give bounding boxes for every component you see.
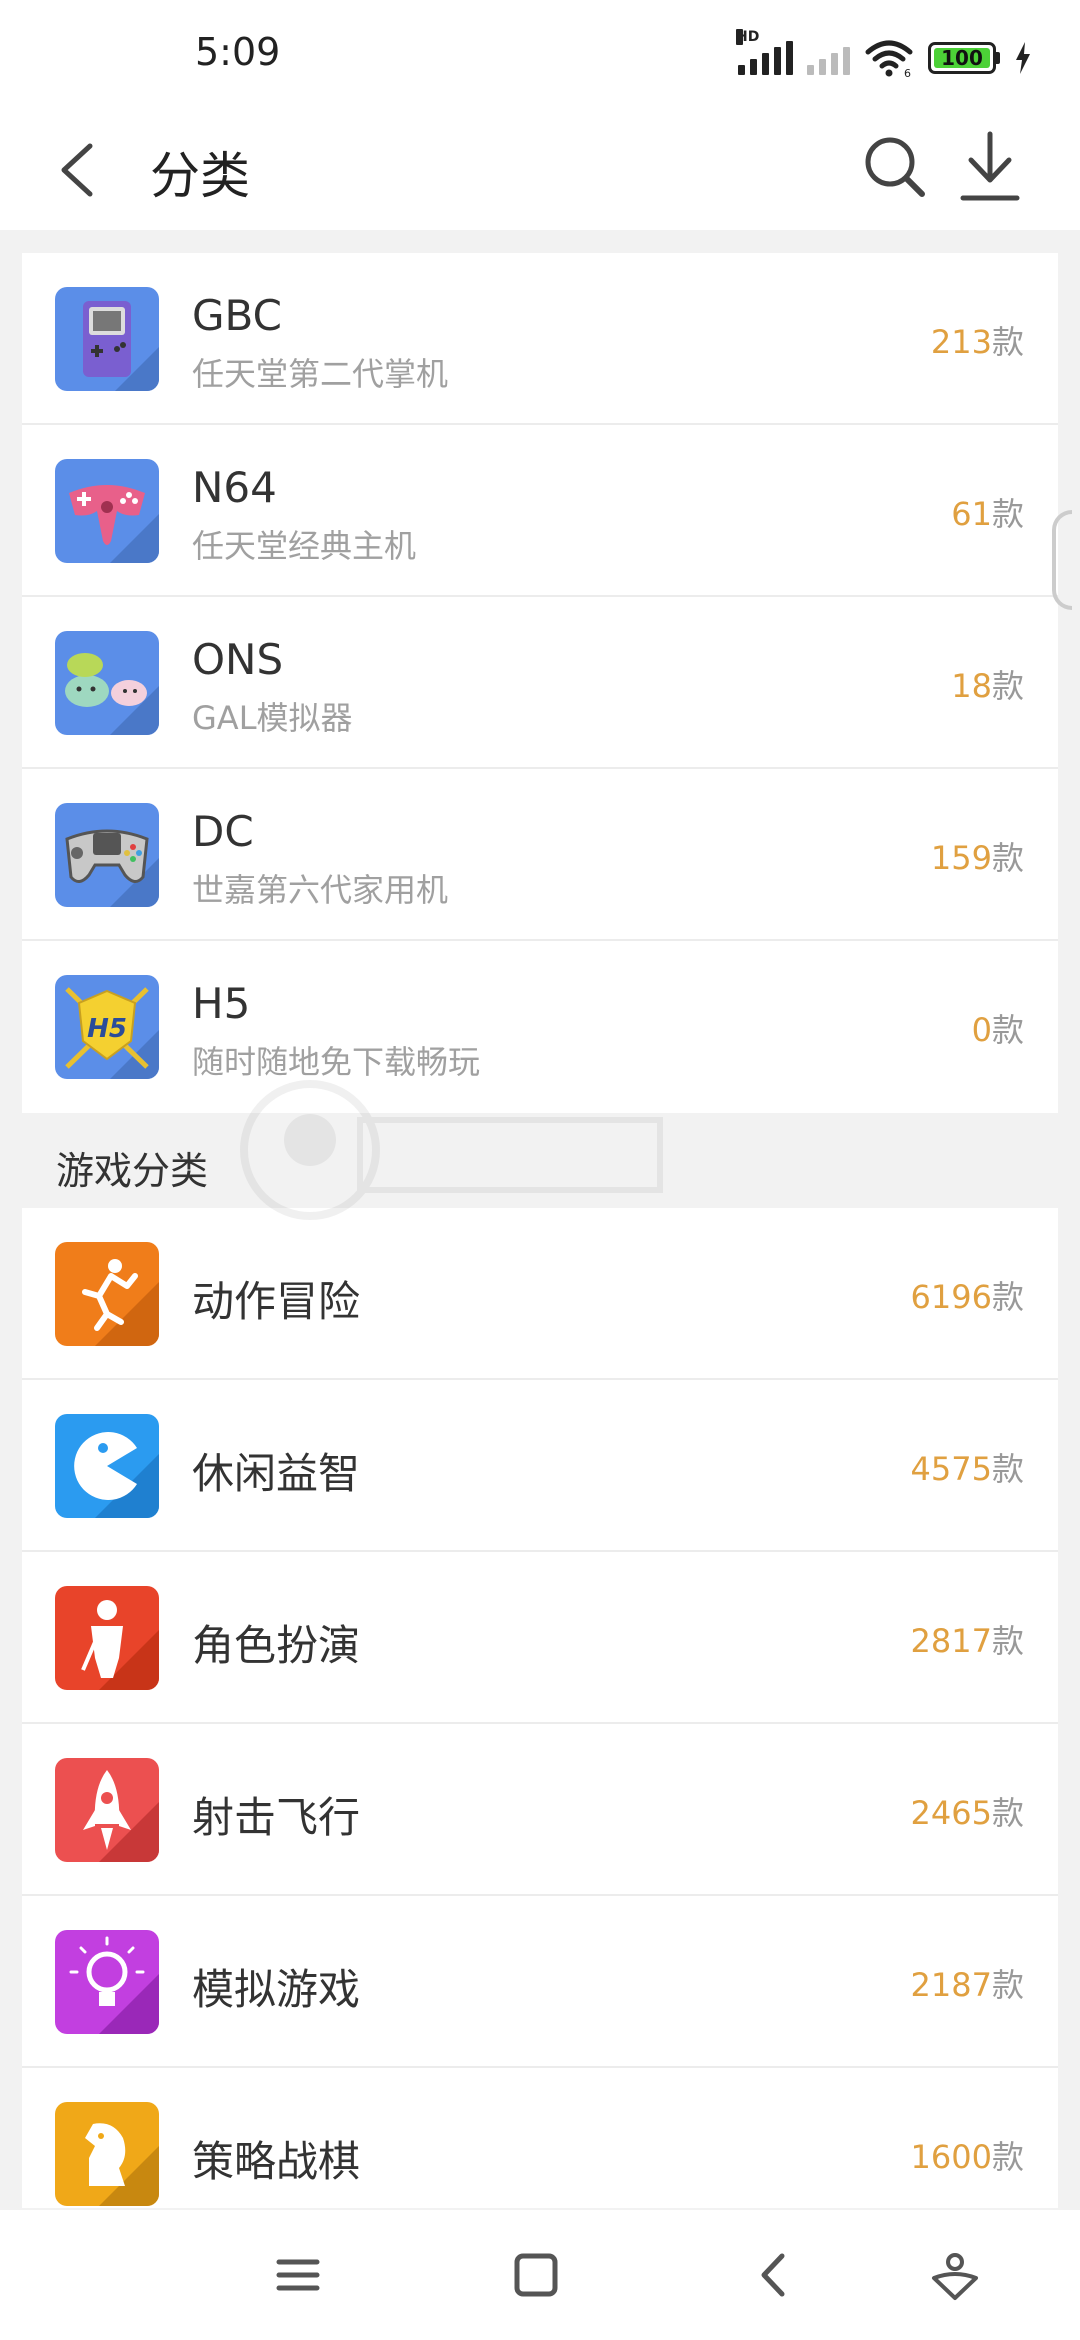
page-title: 分类 <box>150 147 250 205</box>
item-title: 休闲益智 <box>192 1449 361 1498</box>
item-subtitle: 任天堂经典主机 <box>192 527 417 565</box>
status-bar: 5:09 HD 6 100 <box>0 0 1080 110</box>
back-button[interactable] <box>50 138 110 202</box>
item-count: 0款 <box>971 1011 1024 1049</box>
section-title: 游戏分类 <box>56 1149 209 1193</box>
menu-icon[interactable] <box>263 2240 333 2310</box>
item-subtitle: 随时随地免下载畅玩 <box>192 1043 481 1081</box>
signal-secondary-icon <box>807 41 850 75</box>
lightbulb-icon <box>55 1930 159 2034</box>
item-title: ONS <box>192 635 284 684</box>
item-count: 18款 <box>951 667 1024 705</box>
search-icon[interactable] <box>860 132 930 202</box>
item-title: 动作冒险 <box>192 1277 361 1326</box>
item-title: 模拟游戏 <box>192 1965 361 2014</box>
item-title: 角色扮演 <box>192 1621 361 1670</box>
status-icons: HD 6 100 <box>736 29 1032 80</box>
list-item[interactable]: 动作冒险 6196款 <box>22 1208 1058 1380</box>
gameboy-icon <box>55 287 159 391</box>
download-icon[interactable] <box>955 128 1025 208</box>
runner-icon <box>55 1242 159 1346</box>
chess-knight-icon <box>55 2102 159 2206</box>
item-count: 2465款 <box>910 1794 1024 1832</box>
item-title: 策略战棋 <box>192 2137 361 2186</box>
battery-level: 100 <box>941 46 983 70</box>
item-title: H5 <box>192 979 251 1028</box>
list-item[interactable]: 策略战棋 1600款 <box>22 2068 1058 2208</box>
category-list: 动作冒险 6196款 休闲益智 4575款 角色扮演 2817款 射击飞行 24… <box>22 1208 1058 2208</box>
system-nav-bar <box>0 2210 1080 2340</box>
signal-icon: HD <box>736 29 793 75</box>
assistant-icon[interactable] <box>920 2240 990 2310</box>
item-count: 6196款 <box>910 1278 1024 1316</box>
item-count: 2187款 <box>910 1966 1024 2004</box>
item-count: 1600款 <box>910 2138 1024 2176</box>
list-item[interactable]: 休闲益智 4575款 <box>22 1380 1058 1552</box>
list-item[interactable]: DC 世嘉第六代家用机 159款 <box>22 769 1058 941</box>
item-title: GBC <box>192 291 282 340</box>
platform-list: GBC 任天堂第二代掌机 213款 N64 任天堂经典主机 61款 ONS GA… <box>22 253 1058 1113</box>
item-subtitle: 世嘉第六代家用机 <box>192 871 449 909</box>
item-count: 61款 <box>951 495 1024 533</box>
list-item[interactable]: H5 H5 随时随地免下载畅玩 0款 <box>22 941 1058 1113</box>
wifi-icon: 6 <box>865 40 913 78</box>
page: 5:09 HD 6 100 分类 GBC 任天堂第二代掌机 213款 N64 任… <box>0 0 1080 2340</box>
list-item[interactable]: GBC 任天堂第二代掌机 213款 <box>22 253 1058 425</box>
item-title: DC <box>192 807 254 856</box>
item-title: 射击飞行 <box>192 1793 361 1842</box>
item-subtitle: GAL模拟器 <box>192 699 353 737</box>
back-triangle-icon[interactable] <box>740 2240 810 2310</box>
rocket-icon <box>55 1758 159 1862</box>
list-item[interactable]: 角色扮演 2817款 <box>22 1552 1058 1724</box>
status-time: 5:09 <box>195 30 281 74</box>
knight-icon <box>55 1586 159 1690</box>
charging-icon <box>1016 42 1030 74</box>
n64-controller-icon <box>55 459 159 563</box>
h5-badge-icon: H5 <box>55 975 159 1079</box>
svg-text:H5: H5 <box>87 1014 127 1044</box>
list-item[interactable]: 模拟游戏 2187款 <box>22 1896 1058 2068</box>
side-scroll-handle[interactable] <box>1052 510 1072 610</box>
wifi-label: 6 <box>904 67 911 78</box>
list-item[interactable]: N64 任天堂经典主机 61款 <box>22 425 1058 597</box>
dreamcast-controller-icon <box>55 803 159 907</box>
item-count: 159款 <box>930 839 1024 877</box>
item-subtitle: 任天堂第二代掌机 <box>192 355 449 393</box>
list-item[interactable]: 射击飞行 2465款 <box>22 1724 1058 1896</box>
item-title: N64 <box>192 463 277 512</box>
item-count: 2817款 <box>910 1622 1024 1660</box>
signal-hd-label: HD <box>736 29 760 45</box>
slime-icon <box>55 631 159 735</box>
home-square-icon[interactable] <box>501 2240 571 2310</box>
pacman-icon <box>55 1414 159 1518</box>
list-item[interactable]: ONS GAL模拟器 18款 <box>22 597 1058 769</box>
battery-icon: 100 <box>928 42 1000 74</box>
app-header: 分类 <box>0 110 1080 230</box>
item-count: 213款 <box>930 323 1024 361</box>
item-count: 4575款 <box>910 1450 1024 1488</box>
